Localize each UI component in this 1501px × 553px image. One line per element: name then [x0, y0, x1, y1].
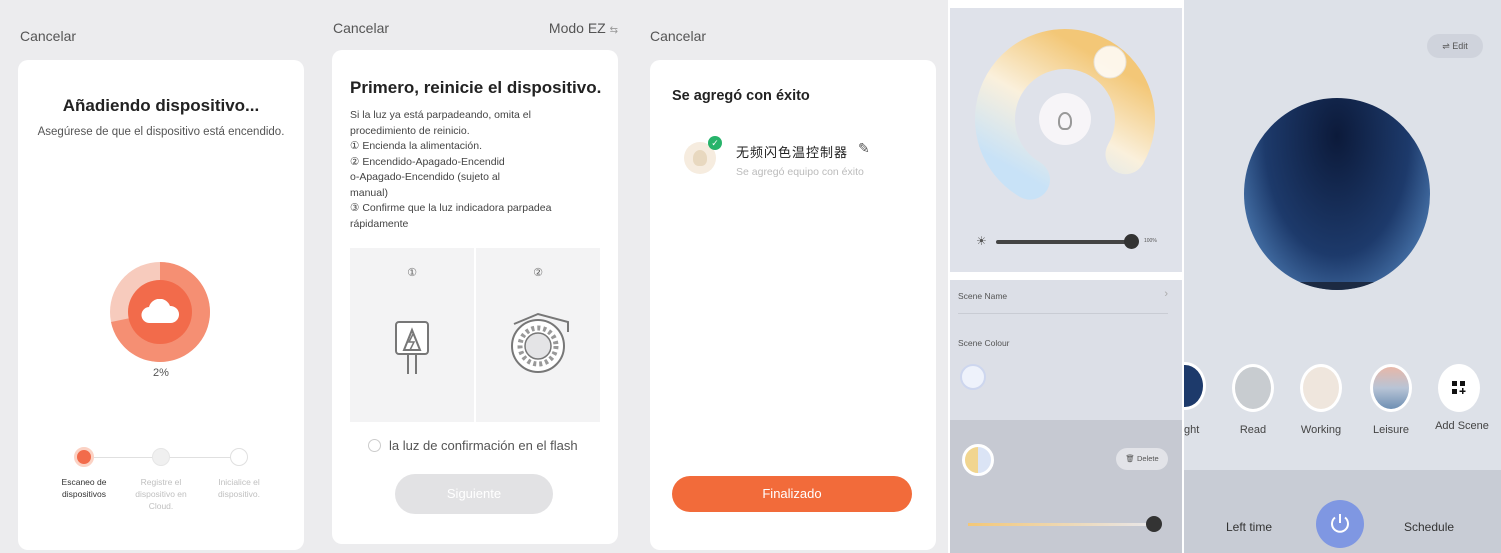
scene-edit-section: Scene Name › Scene Colour 🗑 Delete	[950, 280, 1182, 553]
screen-scenes: ⇌ Edit ght Read Working Leisure Add Scen…	[1184, 0, 1501, 553]
step-label-scan: Escaneo de dispositivos	[61, 477, 107, 499]
adding-card: Añadiendo dispositivo... Asegúrese de qu…	[18, 60, 304, 550]
step-label-init: Inicialice el dispositivo.	[217, 477, 261, 499]
instruction-line: ① Encienda la alimentación.	[350, 140, 482, 152]
bulb-icon	[693, 150, 707, 166]
screen-color-temperature: ☀ 100% Scene Name › Scene Colour 🗑 Delet…	[950, 0, 1182, 553]
bottom-bar: Left time Schedule	[1184, 470, 1501, 553]
edit-pencil-icon[interactable]: ✎	[858, 140, 870, 157]
device-name: 无频闪色温控制器	[736, 145, 849, 160]
instruction-line: procedimiento de reinicio.	[350, 124, 470, 137]
scene-label: ght	[1184, 424, 1200, 436]
page-title: Se agregó con éxito	[672, 88, 810, 104]
power-button[interactable]	[1316, 500, 1364, 548]
chevron-right-icon: ›	[1164, 288, 1168, 300]
step-illustration-left: ①	[350, 248, 474, 422]
edit-label: Edit	[1452, 41, 1468, 51]
delete-button[interactable]: 🗑 Delete	[1116, 448, 1168, 470]
temperature-thumb[interactable]	[1146, 516, 1162, 532]
confirm-label: la luz de confirmación en el flash	[389, 438, 578, 453]
done-button[interactable]: Finalizado	[672, 476, 912, 512]
step-badge: ②	[533, 267, 543, 279]
divider	[958, 313, 1168, 314]
device-status: Se agregó equipo con éxito	[736, 166, 864, 178]
page-subtitle: Asegúrese de que el dispositivo está enc…	[37, 126, 285, 138]
page-title: Añadiendo dispositivo...	[62, 96, 260, 115]
step-label-register: Registre el dispositivo en Cloud.	[135, 477, 187, 511]
add-scene-button[interactable]	[1438, 364, 1480, 412]
scene-colour-swatch[interactable]	[960, 364, 986, 390]
temperature-slider[interactable]	[968, 523, 1158, 526]
instruction-line: ③ Confirme que la luz indicadora parpade…	[350, 202, 552, 214]
edit-button[interactable]: ⇌ Edit	[1427, 34, 1483, 58]
step-badge: ①	[407, 267, 417, 279]
mode-switch[interactable]: Modo EZ ⇆	[549, 20, 618, 36]
instruction-line: Si la luz ya está parpadeando, omita el	[350, 109, 531, 121]
scene-label: Read	[1239, 424, 1267, 436]
instruction-line: rápidamente	[350, 217, 409, 230]
confirm-checkbox-row[interactable]: la luz de confirmación en el flash	[368, 438, 578, 453]
next-button[interactable]: Siguiente	[395, 474, 553, 514]
scene-colour-label: Scene Colour	[958, 338, 1010, 348]
scene-name-label: Scene Name	[958, 291, 1008, 301]
check-icon: ✓	[708, 136, 722, 150]
sun-icon: ☀	[976, 234, 987, 248]
instruction-line: o-Apagado-Encendido (sujeto al	[350, 171, 501, 183]
scene-label: Working	[1300, 424, 1342, 436]
reset-card: Primero, reinicie el dispositivo. Si la …	[332, 50, 618, 544]
scene-label: Add Scene	[1435, 420, 1489, 432]
left-time-button[interactable]: Left time	[1226, 520, 1272, 534]
screen-adding-device: Cancelar Añadiendo dispositivo... Asegúr…	[0, 0, 318, 553]
temperature-section: ☀ 100%	[950, 8, 1182, 272]
schedule-button[interactable]: Schedule	[1404, 520, 1454, 534]
power-icon	[1331, 514, 1349, 533]
page-title: Primero, reinicie el dispositivo.	[350, 78, 602, 97]
brightness-slider[interactable]	[996, 240, 1130, 244]
grid-plus-icon	[1452, 381, 1466, 394]
scene-night[interactable]	[1184, 362, 1206, 410]
mode-label: Modo EZ	[548, 20, 606, 36]
step-active-marker	[74, 447, 94, 467]
cancel-link[interactable]: Cancelar	[650, 28, 706, 44]
instructions: Si la luz ya está parpadeando, omita el …	[350, 108, 610, 232]
instruction-line: manual)	[350, 186, 388, 199]
brightness-value: 100%	[1144, 238, 1157, 244]
scene-label: Leisure	[1372, 424, 1410, 436]
cancel-link[interactable]: Cancelar	[333, 20, 389, 36]
success-card: Se agregó con éxito ✓ 无频闪色温控制器 ✎ Se agre…	[650, 60, 936, 550]
cancel-link[interactable]: Cancelar	[20, 28, 76, 44]
sliders-icon: ⇌	[1442, 41, 1450, 51]
step-init-marker	[230, 448, 248, 466]
scene-item-row	[950, 420, 1182, 553]
scene-leisure[interactable]	[1370, 364, 1412, 412]
delete-label: Delete	[1136, 454, 1159, 463]
power-plug-icon	[395, 321, 429, 374]
brightness-thumb[interactable]	[1124, 234, 1139, 249]
trash-icon: 🗑	[1125, 454, 1135, 463]
swap-icon: ⇆	[609, 25, 618, 36]
scene-item-swatch[interactable]	[962, 444, 994, 476]
scene-read[interactable]	[1232, 364, 1274, 412]
step-cloud-marker	[152, 448, 170, 466]
screen-reset-device: Cancelar Modo EZ ⇆ Primero, reinicie el …	[318, 0, 634, 553]
screen-added-success: Cancelar Se agregó con éxito ✓ 无频闪色温控制器 …	[634, 0, 948, 553]
progress-percent: 2%	[153, 367, 169, 379]
scene-preview-night	[1244, 98, 1430, 290]
scene-name-row[interactable]: Scene Name ›	[950, 280, 1182, 314]
scene-working[interactable]	[1300, 364, 1342, 412]
confirm-radio[interactable]	[368, 439, 381, 452]
cloud-icon	[141, 299, 179, 324]
horizon	[1244, 282, 1430, 290]
bulb-icon	[1058, 112, 1072, 130]
led-fixture-icon	[511, 312, 569, 373]
step-illustration-right: ②	[476, 248, 600, 422]
instruction-line: ② Encendido-Apagado-Encendid	[350, 155, 505, 168]
